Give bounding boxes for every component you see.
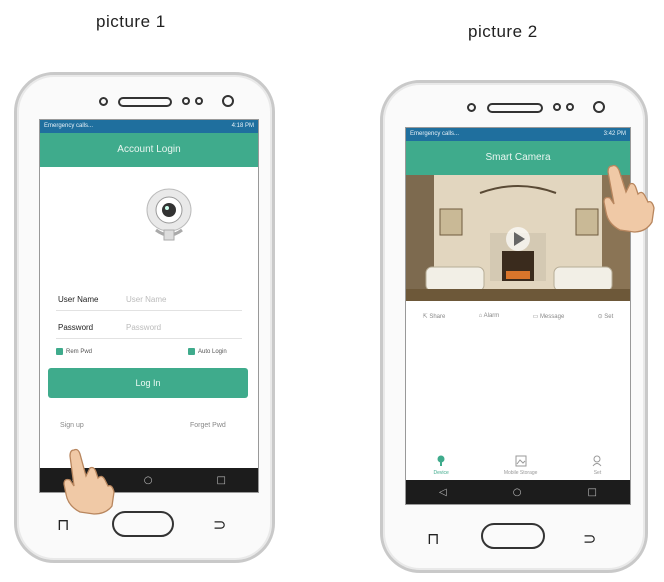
physical-home-button[interactable] (112, 511, 174, 537)
password-label: Password (58, 323, 94, 332)
password-input[interactable]: Password (126, 323, 161, 332)
user-icon (593, 455, 602, 467)
status-time: 4:18 PM (231, 123, 254, 129)
tab-set[interactable]: Set (592, 455, 602, 476)
toolbar-message[interactable]: ▭ Message (533, 313, 565, 320)
toolbar-label: Message (539, 313, 565, 320)
hand-pointer-icon (63, 448, 115, 515)
phone-2-speaker (487, 103, 543, 113)
status-time: 3:42 PM (603, 131, 626, 137)
login-button[interactable]: Log In (48, 368, 248, 398)
remember-pwd-checkbox[interactable]: Rem Pwd (56, 348, 92, 355)
checkbox-box[interactable] (188, 348, 195, 355)
phone-1: Emergency calls... 4:18 PM Account Login… (14, 72, 275, 563)
toolbar-label: Share (429, 313, 446, 320)
checkbox-box[interactable] (56, 348, 63, 355)
phone-1-sensor-dot (195, 97, 203, 105)
status-bar: Emergency calls... 4:18 PM (40, 120, 258, 133)
toolbar-label: Alarm (483, 313, 500, 319)
living-room-image (406, 175, 630, 301)
android-nav-bar: ◁ ○ □ (406, 480, 630, 504)
page-title: Account Login (40, 133, 258, 167)
page-title: Smart Camera (406, 141, 630, 175)
alarm-icon: ⌂ (478, 313, 483, 319)
home-icon[interactable]: ○ (513, 487, 522, 498)
back-key-icon[interactable]: ⊃ (583, 529, 596, 548)
phone-2: Emergency calls... 3:42 PM Smart Camera (380, 80, 648, 573)
phone-2-sensor-dot (553, 103, 561, 111)
username-input[interactable]: User Name (126, 295, 166, 304)
settings-icon: ⊙ (597, 313, 603, 320)
toolbar-share[interactable]: ⇱ Share (423, 313, 446, 320)
tab-label: Mobile Storage (503, 470, 538, 476)
auto-login-checkbox[interactable]: Auto Login (188, 348, 227, 355)
home-icon[interactable]: ○ (144, 475, 153, 486)
message-icon: ▭ (532, 313, 539, 320)
toolbar-settings[interactable]: ⊙ Set (598, 313, 614, 320)
phone-2-sensor-dot (566, 103, 574, 111)
phone-1-front-camera (222, 95, 234, 107)
bottom-tab-bar: Device Mobile Storage Set (406, 442, 630, 480)
picture-1-caption: picture 1 (96, 12, 166, 31)
forgot-password-link[interactable]: Forget Pwd (190, 422, 226, 429)
device-icon (437, 455, 445, 466)
username-label: User Name (58, 295, 99, 304)
menu-key-icon[interactable]: ⊓ (427, 529, 439, 548)
back-icon[interactable]: ◁ (439, 487, 447, 498)
toolbar-label: Set (604, 313, 614, 320)
mobile-storage-icon (515, 455, 527, 467)
phone-1-speaker (118, 97, 172, 107)
toolbar-alarm[interactable]: ⌂ Alarm (479, 313, 500, 319)
auto-login-label: Auto Login (198, 348, 227, 355)
phone-2-camera-dot (467, 103, 476, 112)
status-carrier: Emergency calls... (44, 123, 94, 129)
status-carrier: Emergency calls... (410, 131, 460, 137)
phone-1-camera-dot (99, 97, 108, 106)
username-row: User Name User Name (58, 295, 166, 304)
back-key-icon[interactable]: ⊃ (213, 515, 226, 534)
camera-live-preview[interactable] (406, 175, 630, 301)
camera-mascot-icon (146, 188, 192, 241)
hand-pointer-icon (603, 164, 655, 233)
recents-icon[interactable]: □ (217, 475, 226, 486)
recents-icon[interactable]: □ (588, 487, 597, 498)
camera-toolbar: ⇱ Share ⌂ Alarm ▭ Message ⊙ Set (406, 306, 630, 326)
status-bar: Emergency calls... 3:42 PM (406, 128, 630, 141)
tab-device[interactable]: Device (434, 455, 449, 476)
divider (56, 338, 242, 339)
share-icon: ⇱ (422, 313, 428, 320)
tab-label: Device (433, 470, 449, 476)
picture-2-caption: picture 2 (468, 22, 538, 41)
phone-2-front-camera (593, 101, 605, 113)
remember-pwd-label: Rem Pwd (66, 348, 93, 355)
menu-key-icon[interactable]: ⊓ (57, 515, 69, 534)
tab-mobile-storage[interactable]: Mobile Storage (503, 455, 538, 476)
password-row: Password Password (58, 323, 161, 332)
divider (56, 310, 242, 311)
signup-link[interactable]: Sign up (60, 422, 84, 429)
phone-1-screen: Emergency calls... 4:18 PM Account Login… (39, 119, 259, 493)
physical-home-button[interactable] (481, 523, 545, 549)
tab-label: Set (593, 470, 602, 476)
phone-1-sensor-dot (182, 97, 190, 105)
